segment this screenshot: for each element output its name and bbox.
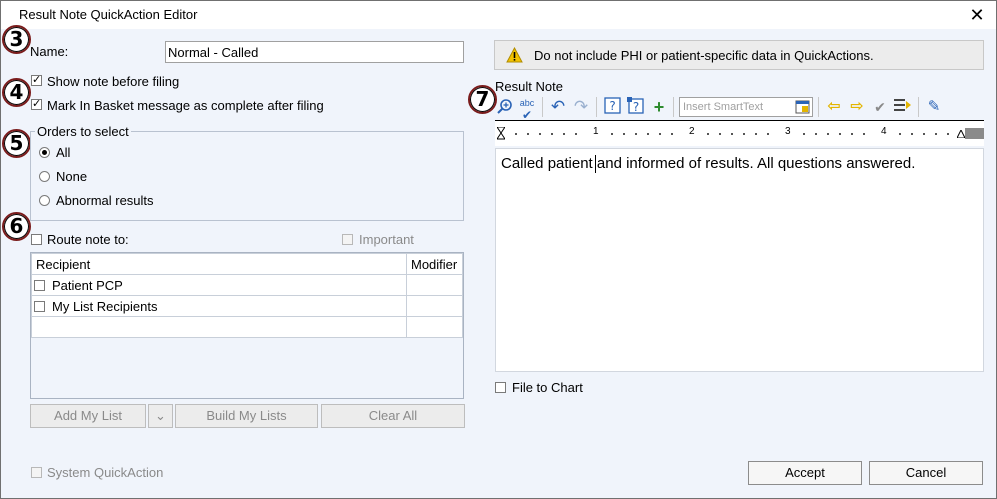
text-cursor (595, 155, 596, 173)
ruler-number: 2 (689, 126, 695, 137)
step-marker-5: 5 (2, 129, 31, 158)
recipient-checkbox[interactable] (34, 300, 45, 312)
phi-warning-banner: Do not include PHI or patient-specific d… (494, 40, 984, 70)
step-marker-4: 4 (2, 78, 31, 107)
insert-smarttext-placeholder: Insert SmartText (683, 101, 764, 113)
ruler: 1 2 3 4 (495, 120, 984, 146)
add-my-list-button[interactable]: Add My List (30, 404, 146, 428)
insert-smarttext-input[interactable]: Insert SmartText (679, 97, 813, 117)
recipient-checkbox[interactable] (34, 279, 45, 291)
orders-radio-none[interactable] (39, 171, 50, 182)
help-icon[interactable]: ? (602, 97, 622, 117)
redo-icon[interactable]: ↷ (571, 97, 591, 117)
recipient-table: Recipient Modifier Patient PCP My List R… (30, 252, 464, 399)
chevron-down-icon: ⌄ (155, 408, 166, 423)
recipient-cell: My List Recipients (31, 295, 407, 317)
warning-text: Do not include PHI or patient-specific d… (534, 48, 874, 63)
window-title: Result Note QuickAction Editor (19, 7, 198, 22)
show-note-label: Show note before filing (47, 74, 180, 89)
table-header-row: Recipient Modifier (31, 253, 463, 275)
svg-text:?: ? (632, 100, 638, 114)
important-checkbox[interactable] (342, 234, 353, 245)
build-my-lists-button[interactable]: Build My Lists (175, 404, 318, 428)
close-icon[interactable]: ✕ (964, 3, 990, 27)
ruler-number: 1 (593, 126, 599, 137)
column-header-recipient: Recipient (31, 253, 407, 275)
left-indent-marker-icon[interactable] (497, 127, 505, 140)
smartlist-help-icon[interactable]: ? (625, 97, 645, 117)
step-marker-6: 6 (2, 212, 31, 241)
step-marker-3: 3 (2, 25, 31, 54)
file-to-chart-checkbox[interactable] (495, 382, 506, 393)
svg-text:?: ? (609, 99, 615, 113)
mark-complete-checkbox[interactable]: ✓ (31, 99, 42, 110)
name-label: Name: (30, 44, 69, 59)
ruler-number: 3 (785, 126, 791, 137)
ruler-number: 4 (881, 126, 887, 137)
orders-label-none: None (56, 169, 88, 184)
name-input[interactable]: Normal - Called (165, 41, 464, 63)
system-quickaction-checkbox[interactable] (31, 467, 42, 478)
add-my-list-dropdown[interactable]: ⌄ (148, 404, 173, 428)
warning-icon (506, 47, 523, 63)
title-bar: Result Note QuickAction Editor ✕ (1, 1, 996, 29)
zoom-icon[interactable] (496, 97, 516, 117)
result-note-body: Called patient and informed of results. … (501, 155, 916, 172)
spellcheck-icon[interactable]: abc ✔ (517, 97, 537, 121)
next-field-icon[interactable]: ⇨ (847, 97, 867, 117)
toolbar-separator (818, 97, 819, 117)
orders-radio-all[interactable] (39, 147, 50, 158)
accept-button[interactable]: Accept (748, 461, 862, 485)
result-note-label: Result Note (495, 79, 563, 94)
column-header-modifier: Modifier (406, 253, 463, 275)
orders-label-abnormal: Abnormal results (56, 193, 154, 208)
mark-complete-label: Mark In Basket message as complete after… (47, 98, 324, 113)
route-note-checkbox[interactable] (31, 234, 42, 245)
important-label: Important (359, 232, 414, 247)
clear-all-button[interactable]: Clear All (321, 404, 465, 428)
orders-radio-abnormal[interactable] (39, 195, 50, 206)
route-note-label: Route note to: (47, 232, 129, 247)
table-row[interactable]: Patient PCP (31, 274, 463, 296)
list-next-icon[interactable] (893, 97, 913, 117)
recipient-name: My List Recipients (52, 298, 158, 314)
orders-group-title: Orders to select (35, 124, 131, 139)
table-row[interactable]: My List Recipients (31, 295, 463, 317)
modifier-cell[interactable] (406, 274, 463, 296)
modifier-cell[interactable] (406, 316, 463, 338)
toolbar-separator (673, 97, 674, 117)
previous-field-icon[interactable]: ⇦ (824, 97, 844, 117)
toolbar-separator (596, 97, 597, 117)
modifier-cell[interactable] (406, 295, 463, 317)
step-marker-7: 7 (468, 85, 497, 114)
toolbar-separator (542, 97, 543, 117)
name-input-value: Normal - Called (168, 45, 259, 60)
show-note-checkbox[interactable]: ✓ (31, 75, 42, 86)
toolbar-separator (918, 97, 919, 117)
accept-field-icon[interactable]: ✔ (870, 97, 890, 117)
smarttext-browse-icon[interactable] (795, 100, 810, 114)
recipient-cell: Patient PCP (31, 274, 407, 296)
system-quickaction-label: System QuickAction (47, 465, 164, 480)
file-to-chart-label: File to Chart (512, 380, 583, 395)
right-indent-marker-icon[interactable] (957, 130, 965, 138)
recipient-cell[interactable] (31, 316, 407, 338)
table-row[interactable] (31, 316, 463, 338)
quickaction-editor-window: Result Note QuickAction Editor ✕ 3 4 5 6… (0, 0, 997, 499)
result-note-editor[interactable]: Called patient and informed of results. … (495, 148, 984, 372)
add-icon[interactable]: + (649, 97, 669, 117)
orders-label-all: All (56, 145, 71, 160)
cancel-button[interactable]: Cancel (869, 461, 983, 485)
undo-icon[interactable]: ↶ (548, 97, 568, 117)
pencil-icon[interactable]: ✎ (924, 97, 944, 117)
ruler-margin-area (965, 128, 984, 139)
recipient-name: Patient PCP (52, 277, 123, 293)
